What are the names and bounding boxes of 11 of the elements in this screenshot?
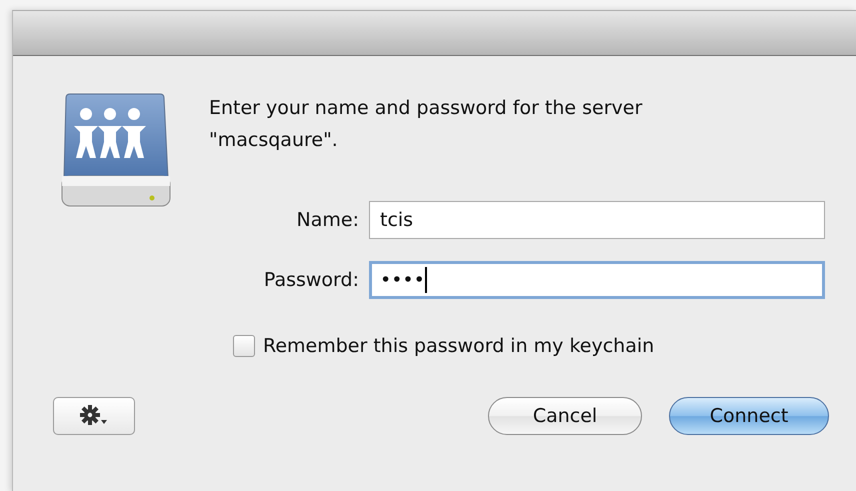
checkbox-label: Remember this password in my keychain: [263, 335, 654, 357]
gear-icon: [79, 404, 109, 428]
remember-checkbox[interactable]: [233, 335, 255, 357]
cancel-button[interactable]: Cancel: [488, 397, 642, 435]
field-label: Password:: [262, 269, 360, 291]
field-label: Name:: [296, 209, 360, 231]
name-field[interactable]: tcis: [369, 201, 825, 239]
settings-button[interactable]: [53, 397, 135, 435]
password-field[interactable]: ••••: [369, 261, 825, 299]
prompt-message: Enter your name and password for the server "macsqaure".: [209, 96, 644, 153]
connect-button[interactable]: Connect: [669, 397, 829, 435]
